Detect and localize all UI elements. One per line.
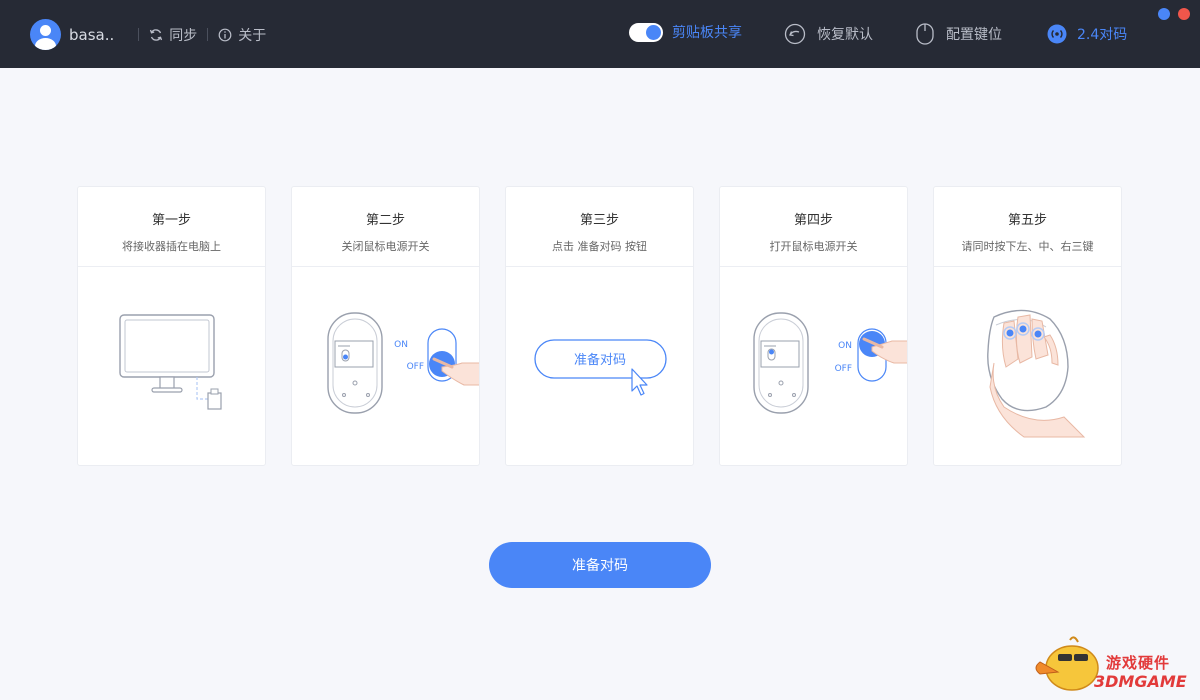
about-button[interactable]: 关于 <box>218 25 266 45</box>
clipboard-share[interactable]: 剪贴板共享 <box>629 22 742 42</box>
step-description: 请同时按下左、中、右三键 <box>961 240 1094 253</box>
wireless-signal-icon <box>1047 24 1067 44</box>
watermark-line-2: 3DMGAME <box>1094 672 1187 691</box>
user-area[interactable]: basa.. 同步 关于 <box>30 19 266 50</box>
step-description: 将接收器插在电脑上 <box>122 240 221 253</box>
prepare-pairing-button[interactable]: 准备对码 <box>489 542 711 588</box>
duck-mascot-icon <box>1035 636 1099 691</box>
configure-keys-button[interactable]: 配置键位 <box>915 23 1002 45</box>
pair-24-button[interactable]: 2.4对码 <box>1047 24 1127 44</box>
window-close-button[interactable] <box>1178 8 1190 20</box>
click-pair-illustration: 准备对码 <box>534 339 667 396</box>
step-description: 点击 准备对码 按钮 <box>552 240 647 253</box>
sync-icon <box>150 28 163 41</box>
step-title: 第三步 <box>579 213 619 228</box>
sync-button[interactable]: 同步 <box>149 25 197 45</box>
step-title: 第二步 <box>365 213 405 228</box>
monitor-receiver-illustration <box>119 314 222 410</box>
pair-24-label: 2.4对码 <box>1077 27 1128 43</box>
step-title: 第五步 <box>1007 213 1047 228</box>
restore-default-label: 恢复默认 <box>817 27 873 43</box>
step-title: 第一步 <box>151 213 191 228</box>
step-card-1: 第一步 将接收器插在电脑上 <box>77 186 266 466</box>
restore-icon <box>784 23 806 45</box>
window-minimize-button[interactable] <box>1158 8 1170 20</box>
step-card-2: 第二步 关闭鼠标电源开关 ON OFF <box>291 186 480 466</box>
illustration-pair-label: 准备对码 <box>574 352 626 368</box>
step-card-4: 第四步 打开鼠标电源开关 ON OFF <box>719 186 908 466</box>
mouse-icon <box>916 23 934 45</box>
step-description: 关闭鼠标电源开关 <box>341 240 430 253</box>
divider <box>207 28 209 41</box>
watermark-line-1: 游戏硬件 <box>1106 654 1171 672</box>
restore-default-button[interactable]: 恢复默认 <box>784 23 873 45</box>
off-label: OFF <box>407 362 424 372</box>
divider <box>138 28 140 41</box>
mouse-switch-on-illustration: ON OFF <box>753 312 907 414</box>
clipboard-share-label: 剪贴板共享 <box>672 25 742 41</box>
step-title: 第四步 <box>793 213 833 228</box>
clipboard-share-toggle[interactable] <box>629 22 663 42</box>
info-icon <box>218 28 232 41</box>
step-card-3: 第三步 点击 准备对码 按钮 准备对码 <box>505 186 694 466</box>
mouse-switch-off-illustration: ON OFF <box>327 312 479 414</box>
avatar[interactable] <box>30 19 61 50</box>
watermark-logo: 游戏硬件 3DMGAME <box>1030 632 1190 696</box>
step-description: 打开鼠标电源开关 <box>769 240 858 253</box>
sync-label: 同步 <box>169 27 198 44</box>
top-bar: basa.. 同步 关于 剪贴板共享 恢复默认 配置键位 2.4对码 <box>0 0 1200 68</box>
on-label: ON <box>394 340 408 350</box>
configure-keys-label: 配置键位 <box>946 27 1002 43</box>
off-label: OFF <box>835 364 852 374</box>
username[interactable]: basa.. <box>69 26 114 44</box>
about-label: 关于 <box>238 27 267 44</box>
step-card-5: 第五步 请同时按下左、中、右三键 <box>933 186 1122 466</box>
on-label: ON <box>838 341 852 351</box>
hand-press-three-buttons-illustration <box>987 309 1086 438</box>
